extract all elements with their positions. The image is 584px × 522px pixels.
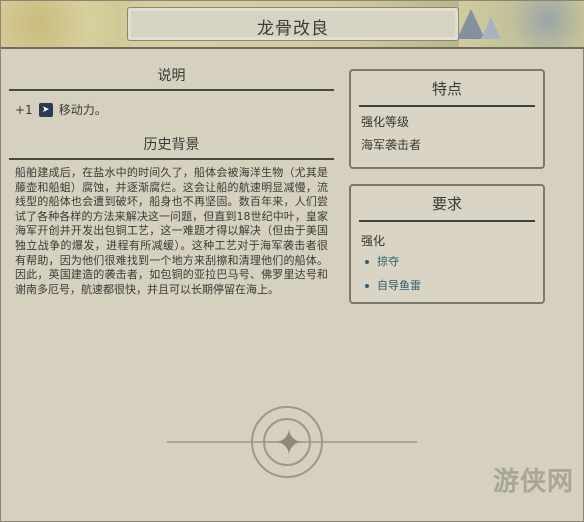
map-decoration-right xyxy=(457,1,584,47)
movement-icon: ➤ xyxy=(38,102,53,117)
window-frame: 龙骨改良 说明 +1 ➤ 移动力。 历史背景 船舶建成后，在盐水中的时间久了，船… xyxy=(0,0,584,522)
upgrade-level-label: 强化等级 xyxy=(361,115,410,129)
history-header: 历史背景 xyxy=(9,128,334,160)
features-box: 特点 强化等级 海军袭击者 xyxy=(349,69,545,169)
title-bar: 龙骨改良 xyxy=(1,1,584,49)
requirement-item-label: 掠夺 xyxy=(377,255,399,268)
compass-rose-icon: ✦ xyxy=(251,406,323,478)
mountain-icon xyxy=(481,17,501,39)
window-title: 龙骨改良 xyxy=(257,19,329,39)
bullet-icon xyxy=(365,284,369,288)
requirement-item[interactable]: 掠夺 xyxy=(351,249,543,273)
effect-value: +1 xyxy=(15,102,33,117)
title-plate: 龙骨改良 xyxy=(127,7,459,41)
features-header: 特点 xyxy=(359,71,535,107)
requirements-header: 要求 xyxy=(359,186,535,222)
features-header-label: 特点 xyxy=(431,80,462,98)
watermark-logo: 游侠网 xyxy=(493,467,575,497)
requirements-sub-label: 强化 xyxy=(361,234,386,248)
bullet-icon xyxy=(365,260,369,264)
requirements-box: 要求 强化 掠夺 自导鱼雷 xyxy=(349,184,545,304)
requirements-header-label: 要求 xyxy=(431,195,462,213)
requirement-item-label: 自导鱼雷 xyxy=(377,279,421,292)
effect-row: +1 ➤ 移动力。 xyxy=(9,91,334,128)
history-header-label: 历史背景 xyxy=(143,137,200,153)
description-header-label: 说明 xyxy=(157,68,186,84)
map-decoration-left xyxy=(1,1,121,47)
description-header: 说明 xyxy=(9,61,334,91)
history-text: 船舶建成后，在盐水中的时间久了，船体会被海洋生物（尤其是藤壶和船蛆）腐蚀，并逐渐… xyxy=(15,166,328,296)
upgrade-level-value: 海军袭击者 xyxy=(361,138,422,152)
effect-label: 移动力。 xyxy=(58,103,107,117)
compass-star-icon: ✦ xyxy=(273,423,305,464)
requirement-item[interactable]: 自导鱼雷 xyxy=(351,273,543,297)
